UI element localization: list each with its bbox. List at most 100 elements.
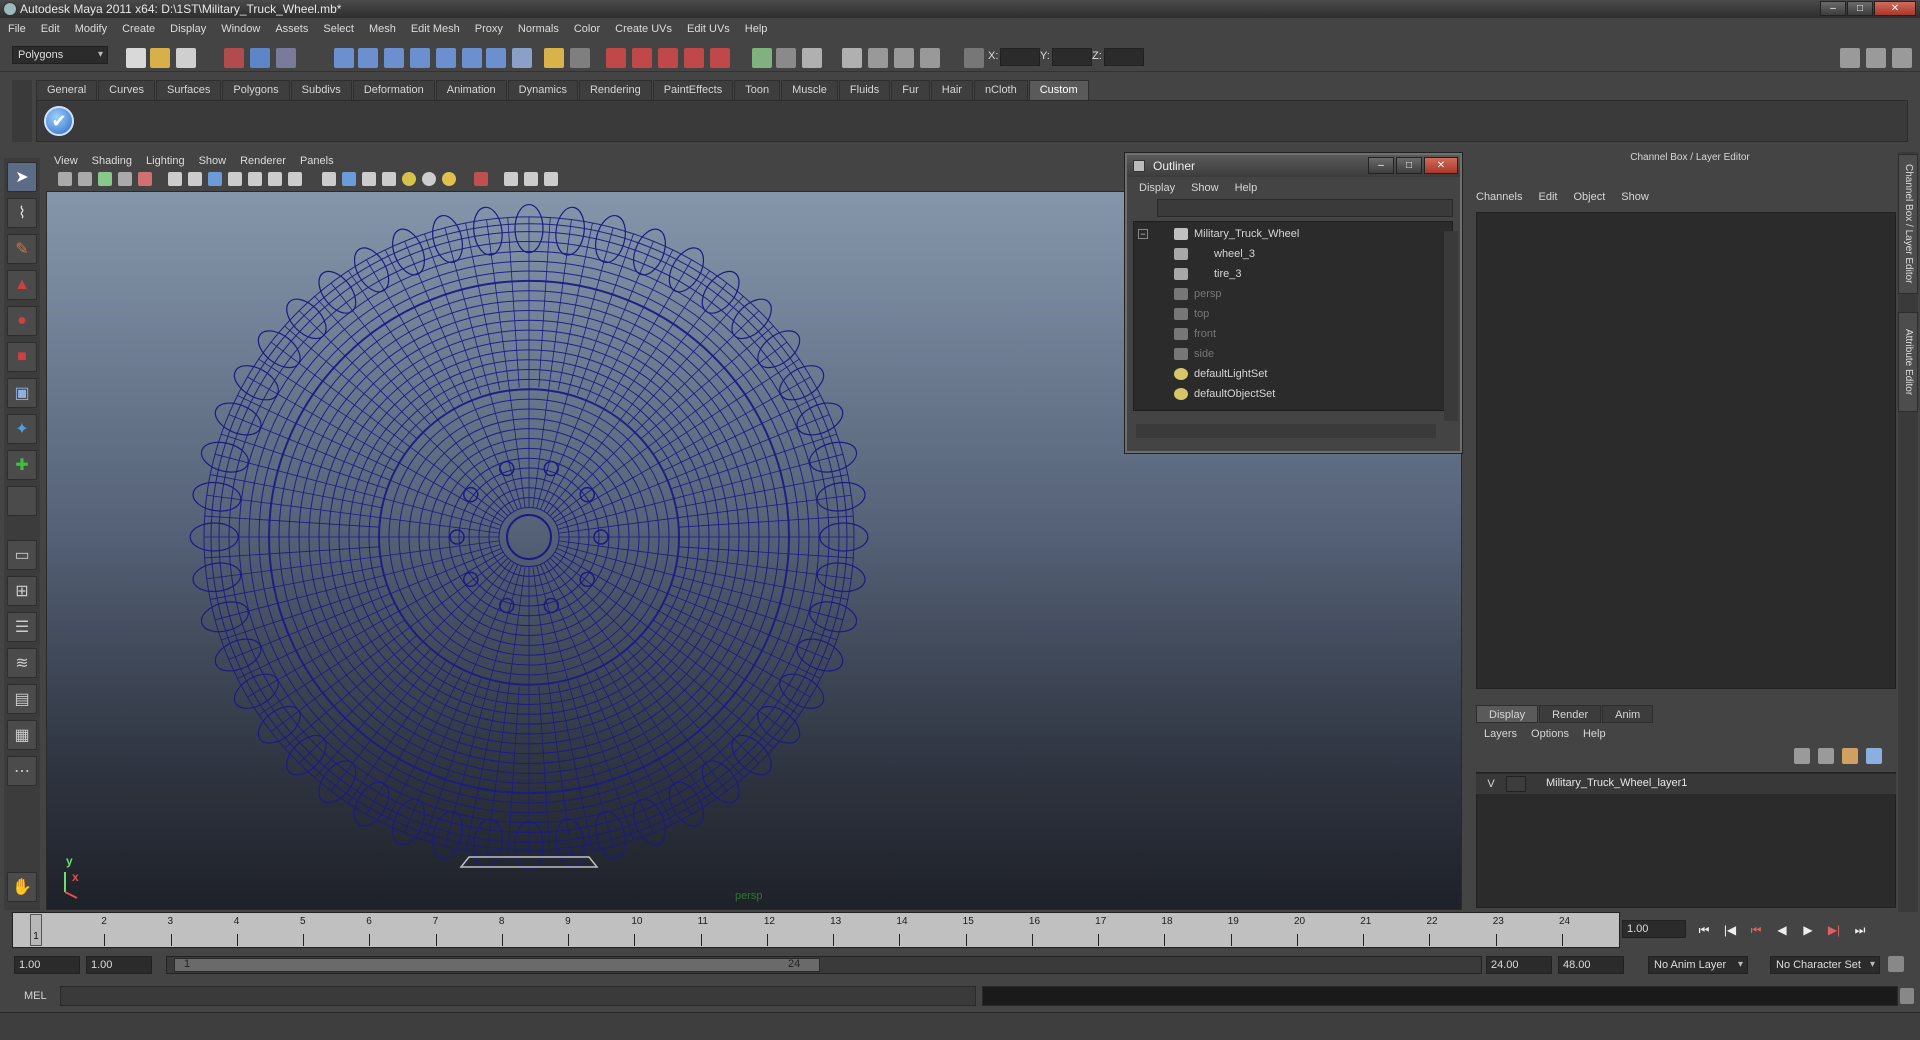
toggle-panel3-icon[interactable] (802, 48, 822, 68)
outliner-menu-help[interactable]: Help (1235, 182, 1258, 194)
shelf-tab-surfaces[interactable]: Surfaces (155, 80, 222, 100)
scale-tool-icon[interactable]: ■ (7, 342, 37, 372)
tool-settings-toggle-icon[interactable] (1866, 48, 1886, 68)
cb-menu-channels[interactable]: Channels (1476, 191, 1522, 209)
shelf-tab-animation[interactable]: Animation (435, 80, 507, 100)
quick-help-icon[interactable]: ✋ (7, 872, 37, 902)
layer-name[interactable]: Military_Truck_Wheel_layer1 (1546, 777, 1687, 789)
menu-select[interactable]: Select (323, 23, 354, 35)
gate-mask-icon[interactable] (228, 172, 242, 186)
single-pane-layout-icon[interactable]: ▭ (7, 540, 37, 570)
checkmark-icon[interactable]: ✔ (44, 106, 74, 136)
render-frame-icon[interactable] (606, 48, 626, 68)
manipulator-tool-icon[interactable]: ▣ (7, 378, 37, 408)
menu-edit[interactable]: Edit (41, 23, 60, 35)
question-icon[interactable] (512, 48, 532, 68)
menu-color[interactable]: Color (574, 23, 600, 35)
anim-layer-dropdown[interactable]: No Anim Layer (1648, 956, 1748, 974)
menu-normals[interactable]: Normals (518, 23, 559, 35)
wireframe-icon[interactable] (322, 172, 336, 186)
cb-menu-object[interactable]: Object (1573, 191, 1605, 209)
move-layer-up-icon[interactable] (1842, 748, 1858, 764)
x-field[interactable] (1000, 48, 1040, 66)
mel-language-toggle[interactable]: MEL (24, 990, 47, 1002)
shelf-tab-subdivs[interactable]: Subdivs (290, 80, 352, 100)
attribute-editor-toggle-icon[interactable] (1840, 48, 1860, 68)
last-tool-icon[interactable] (7, 486, 37, 516)
uv-editor-icon[interactable] (920, 48, 940, 68)
xray-icon[interactable] (504, 172, 518, 186)
outliner-item-default-light-set[interactable]: defaultLightSet (1134, 364, 1434, 384)
all-lights-icon[interactable] (422, 172, 436, 186)
field-chart-icon[interactable] (248, 172, 262, 186)
smooth-shade-icon[interactable] (342, 172, 356, 186)
shelf-tab-fur[interactable]: Fur (891, 80, 930, 100)
outliner-item-front[interactable]: front (1134, 324, 1434, 344)
default-light-icon[interactable] (402, 172, 416, 186)
snap-grid-icon[interactable] (334, 48, 354, 68)
current-frame-field[interactable]: 1.00 (1622, 920, 1686, 938)
film-gate-icon[interactable] (188, 172, 202, 186)
camera-attributes-icon[interactable] (78, 172, 92, 186)
select-object-icon[interactable] (250, 48, 270, 68)
maximize-button[interactable]: □ (1847, 1, 1873, 16)
graph-persp-layout-icon[interactable]: ≋ (7, 648, 37, 678)
menu-assets[interactable]: Assets (275, 23, 308, 35)
outliner-menu-display[interactable]: Display (1139, 182, 1175, 194)
shelf-tab-deformation[interactable]: Deformation (352, 80, 435, 100)
step-back-frame-button[interactable]: ⏮ (1746, 922, 1766, 938)
transform-input-icon[interactable] (964, 48, 984, 68)
menu-display[interactable]: Display (170, 23, 206, 35)
xray-joints-icon[interactable] (524, 172, 538, 186)
outliner-item-top[interactable]: top (1134, 304, 1434, 324)
outliner-filter-field[interactable] (1157, 199, 1453, 217)
outliner-titlebar[interactable]: Outliner – □ ✕ (1127, 155, 1460, 177)
make-live-icon[interactable] (436, 48, 456, 68)
outliner-vertical-scrollbar[interactable] (1444, 231, 1458, 421)
playback-start-field[interactable]: 1.00 (86, 956, 152, 974)
z-field[interactable] (1104, 48, 1144, 66)
time-slider[interactable] (12, 912, 1620, 948)
move-tool-icon[interactable]: ▲ (7, 270, 37, 300)
paint-select-tool-icon[interactable]: ✎ (7, 234, 37, 264)
menuset-dropdown[interactable]: Polygons (12, 46, 108, 64)
move-layer-down-icon[interactable] (1866, 748, 1882, 764)
isolate-select-icon[interactable] (474, 172, 488, 186)
menu-help[interactable]: Help (745, 23, 768, 35)
shelf-tab-muscle[interactable]: Muscle (781, 80, 838, 100)
wireframe-on-shaded-icon[interactable] (362, 172, 376, 186)
animation-start-field[interactable]: 1.00 (14, 956, 80, 974)
camera-icon[interactable] (842, 48, 862, 68)
grid-toggle-icon[interactable] (168, 172, 182, 186)
uv-persp-layout-icon[interactable]: ▦ (7, 720, 37, 750)
layer-type-toggle[interactable] (1506, 776, 1526, 792)
collapse-toggle-icon[interactable]: − (1138, 229, 1148, 239)
go-to-end-button[interactable]: ⏭ (1850, 922, 1870, 938)
step-forward-frame-button[interactable]: ▶| (1824, 922, 1844, 938)
image-plane-icon[interactable] (118, 172, 132, 186)
four-pane-layout-icon[interactable]: ⊞ (7, 576, 37, 606)
select-component-icon[interactable] (276, 48, 296, 68)
outliner-item-default-object-set[interactable]: defaultObjectSet (1134, 384, 1434, 404)
toggle-panel-icon[interactable] (752, 48, 772, 68)
outliner-close-button[interactable]: ✕ (1424, 157, 1458, 174)
layout-options-icon[interactable]: ⋯ (7, 756, 37, 786)
le-menu-layers[interactable]: Layers (1484, 728, 1517, 740)
shelf-tab-general[interactable]: General (36, 80, 98, 100)
safe-action-icon[interactable] (268, 172, 282, 186)
shelf-tab-ncloth[interactable]: nCloth (973, 80, 1028, 100)
safe-title-icon[interactable] (288, 172, 302, 186)
side-tab-attribute-editor[interactable]: Attribute Editor (1898, 312, 1918, 412)
hypershade-icon[interactable] (684, 48, 704, 68)
new-scene-icon[interactable] (126, 48, 146, 68)
menu-edit-uvs[interactable]: Edit UVs (687, 23, 730, 35)
menu-create[interactable]: Create (122, 23, 155, 35)
shelf-tab-hair[interactable]: Hair (930, 80, 973, 100)
play-forwards-button[interactable]: ▶ (1798, 922, 1818, 938)
character-set-dropdown[interactable]: No Character Set (1770, 956, 1880, 974)
minimize-button[interactable]: – (1820, 1, 1846, 16)
vp-menu-view[interactable]: View (54, 155, 78, 167)
layer-tab-anim[interactable]: Anim (1602, 705, 1654, 723)
shelf-tab-painteffects[interactable]: PaintEffects (652, 80, 734, 100)
vp-menu-renderer[interactable]: Renderer (240, 155, 286, 167)
